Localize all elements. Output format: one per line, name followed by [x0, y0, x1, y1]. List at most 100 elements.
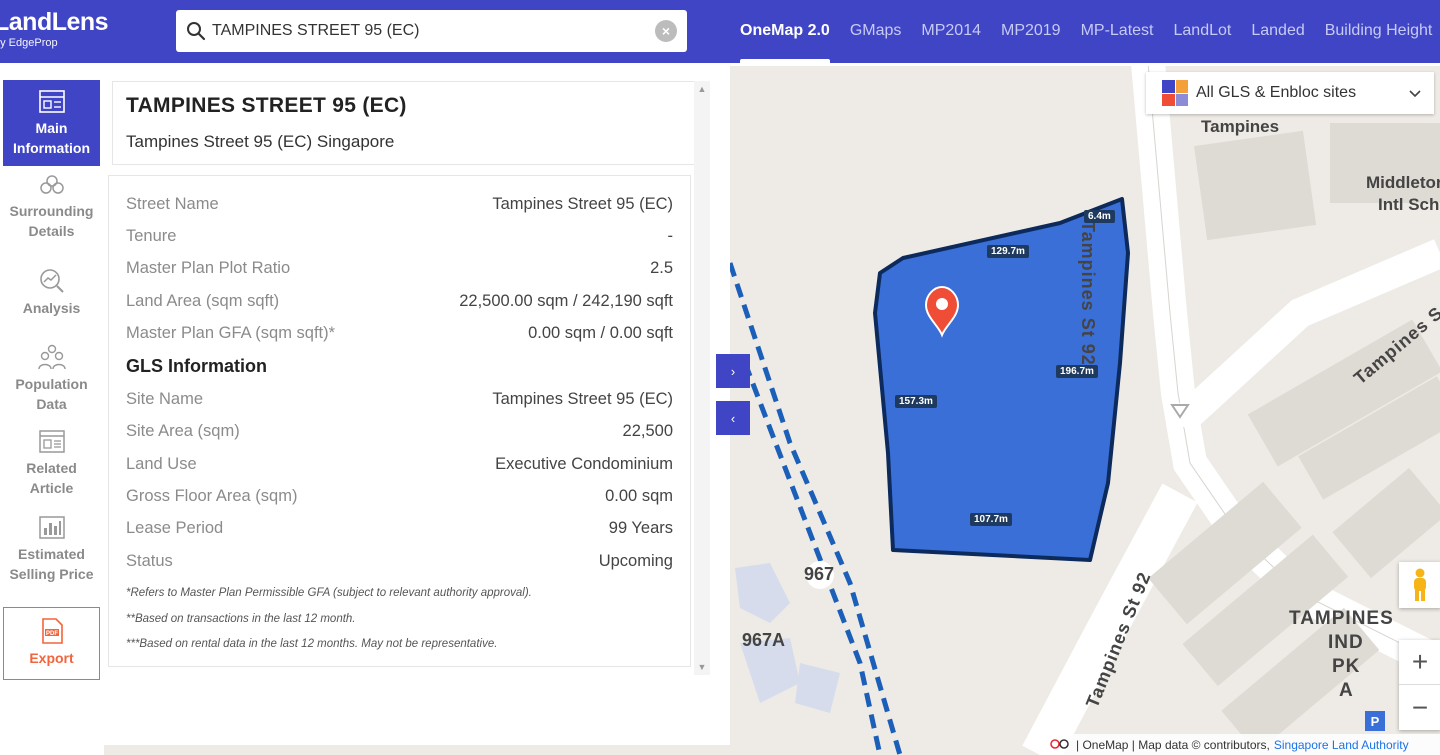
nav-label: Population Data	[15, 376, 88, 412]
detail-value: -	[667, 226, 674, 245]
onemap-logo-icon	[1050, 738, 1069, 749]
gls-key: Land Use	[126, 454, 197, 473]
distance-label-top: 129.7m	[987, 245, 1029, 258]
map-label-ind-park-1: TAMPINES	[1289, 608, 1394, 629]
site-info-card: Street Name Tampines Street 95 (EC) Tenur…	[108, 175, 691, 667]
distance-label-bottom: 107.7m	[970, 513, 1012, 526]
site-header: TAMPINES STREET 95 (EC) Tampines Street …	[112, 81, 695, 165]
tab-mp-latest[interactable]: MP-Latest	[1071, 0, 1164, 63]
expand-panel-button[interactable]: ›	[716, 354, 750, 388]
map-label-ind-park-4: A	[1339, 680, 1354, 701]
svg-text:PDF: PDF	[46, 631, 58, 637]
map-label-ind-park-3: PK	[1332, 656, 1361, 677]
gls-value: 22,500	[622, 422, 673, 441]
gls-row: Status Upcoming	[126, 545, 673, 577]
export-button[interactable]: PDF Export	[3, 607, 100, 680]
gls-key: Site Area (sqm)	[126, 422, 240, 441]
attribution-link[interactable]: Singapore Land Authority	[1274, 738, 1409, 752]
gls-section-title: GLS Information	[126, 356, 267, 377]
distance-label-right: 196.7m	[1056, 365, 1098, 378]
gls-key: Lease Period	[126, 519, 224, 538]
search-input[interactable]	[212, 22, 655, 40]
tab-landed[interactable]: Landed	[1241, 0, 1314, 63]
tab-building-height[interactable]: Building Height	[1315, 0, 1440, 63]
tab-mp2014[interactable]: MP2014	[911, 0, 991, 63]
zoom-out-button[interactable]: −	[1399, 685, 1440, 730]
detail-key: Land Area (sqm sqft)	[126, 291, 280, 310]
nav-label: Surrounding Details	[9, 203, 94, 239]
zoom-in-button[interactable]: +	[1399, 640, 1440, 685]
gls-value: 0.00 sqm	[605, 487, 673, 506]
zoom-controls: + −	[1399, 640, 1440, 730]
export-label: Export	[29, 650, 74, 666]
detail-row: Master Plan Plot Ratio 2.5	[126, 253, 673, 285]
gls-row: Site Name Tampines Street 95 (EC)	[126, 383, 673, 415]
layers-icon	[1162, 80, 1188, 106]
footnote: **Based on transactions in the last 12 m…	[126, 612, 356, 625]
gls-layer-select-label: All GLS & Enbloc sites	[1196, 84, 1357, 101]
tab-landlot[interactable]: LandLot	[1164, 0, 1242, 63]
pdf-icon: PDF	[41, 618, 63, 644]
nav-analysis[interactable]: Analysis	[3, 268, 100, 324]
search-icon	[187, 22, 206, 41]
detail-value: 22,500.00 sqm / 242,190 sqft	[459, 291, 673, 310]
article-icon	[38, 430, 65, 453]
tab-onemap[interactable]: OneMap 2.0	[730, 0, 840, 63]
distance-label-top-small: 6.4m	[1084, 210, 1115, 223]
logo[interactable]: LandLens by EdgeProp	[0, 8, 109, 50]
search-box: ×	[176, 10, 687, 52]
detail-row: Tenure -	[126, 220, 673, 252]
detail-row: Street Name Tampines Street 95 (EC)	[126, 188, 673, 220]
details-panel: TAMPINES STREET 95 (EC) Tampines Street …	[104, 63, 730, 745]
map-label-middleton: Middleton	[1366, 173, 1440, 192]
gls-row: Site Area (sqm) 22,500	[126, 416, 673, 448]
map-label-ind-park-2: IND	[1328, 632, 1364, 653]
clear-search-button[interactable]: ×	[655, 20, 677, 42]
map-label-tampines: Tampines	[1201, 117, 1280, 136]
gls-key: Site Name	[126, 390, 204, 409]
footnotes: *Refers to Master Plan Permissible GFA (…	[126, 581, 673, 658]
detail-row: Master Plan GFA (sqm sqft)* 0.00 sqm / 0.…	[126, 317, 673, 349]
detail-key: Street Name	[126, 194, 219, 213]
people-icon	[37, 344, 66, 370]
tab-mp2019[interactable]: MP2019	[991, 0, 1071, 63]
gls-layer-select[interactable]: All GLS & Enbloc sites	[1146, 72, 1434, 114]
nav-label: Main Information	[13, 120, 90, 156]
brand-name: LandLens	[0, 8, 109, 36]
map-label-block-967: 967	[804, 564, 835, 584]
detail-value: Tampines Street 95 (EC)	[492, 194, 673, 213]
svg-text:P: P	[1371, 714, 1380, 729]
detail-value: 2.5	[650, 259, 673, 278]
nav-related-article[interactable]: Related Article	[3, 430, 100, 506]
map-label-street-92-vertical: Tampines St 92	[1078, 221, 1098, 366]
nav-label: Estimated Selling Price	[9, 546, 94, 582]
map-label-block-967a: 967A	[742, 630, 786, 650]
nav-label: Analysis	[22, 300, 81, 316]
tab-gmaps[interactable]: GMaps	[840, 0, 912, 63]
street-view-pegman[interactable]	[1399, 562, 1440, 608]
nav-label: Related Article	[26, 460, 77, 496]
layout-icon	[38, 90, 65, 113]
chart-search-icon	[39, 269, 64, 293]
scroll-up-icon[interactable]: ▲	[694, 81, 710, 97]
distance-label-left: 157.3m	[895, 395, 937, 408]
nav-population-data[interactable]: Population Data	[3, 344, 100, 420]
site-title: TAMPINES STREET 95 (EC)	[126, 94, 407, 117]
panel-scrollbar[interactable]: ▲ ▼	[694, 81, 710, 675]
footnote: ***Based on rental data in the last 12 m…	[126, 638, 498, 651]
scroll-down-icon[interactable]: ▼	[694, 659, 710, 675]
collapse-panel-button[interactable]: ‹	[716, 401, 750, 435]
bar-chart-icon	[38, 516, 65, 539]
map-attribution: | OneMap | Map data © contributors, Sing…	[1040, 734, 1440, 755]
side-navigation: Main Information Surrounding Details Ana…	[0, 63, 104, 755]
attribution-text: | OneMap | Map data © contributors,	[1076, 737, 1270, 752]
nav-estimated-selling-price[interactable]: Estimated Selling Price	[3, 516, 100, 596]
details-panel-content: TAMPINES STREET 95 (EC) Tampines Street …	[108, 81, 695, 731]
nav-surrounding-details[interactable]: Surrounding Details	[3, 173, 100, 249]
nav-main-information[interactable]: Main Information	[3, 80, 100, 166]
gls-value: Upcoming	[598, 551, 673, 570]
top-bar: LandLens by EdgeProp × OneMap 2.0 GMaps …	[0, 0, 1440, 63]
gls-row: Lease Period 99 Years	[126, 513, 673, 545]
gls-value: Tampines Street 95 (EC)	[492, 390, 673, 409]
footnote: *Refers to Master Plan Permissible GFA (…	[126, 587, 532, 600]
